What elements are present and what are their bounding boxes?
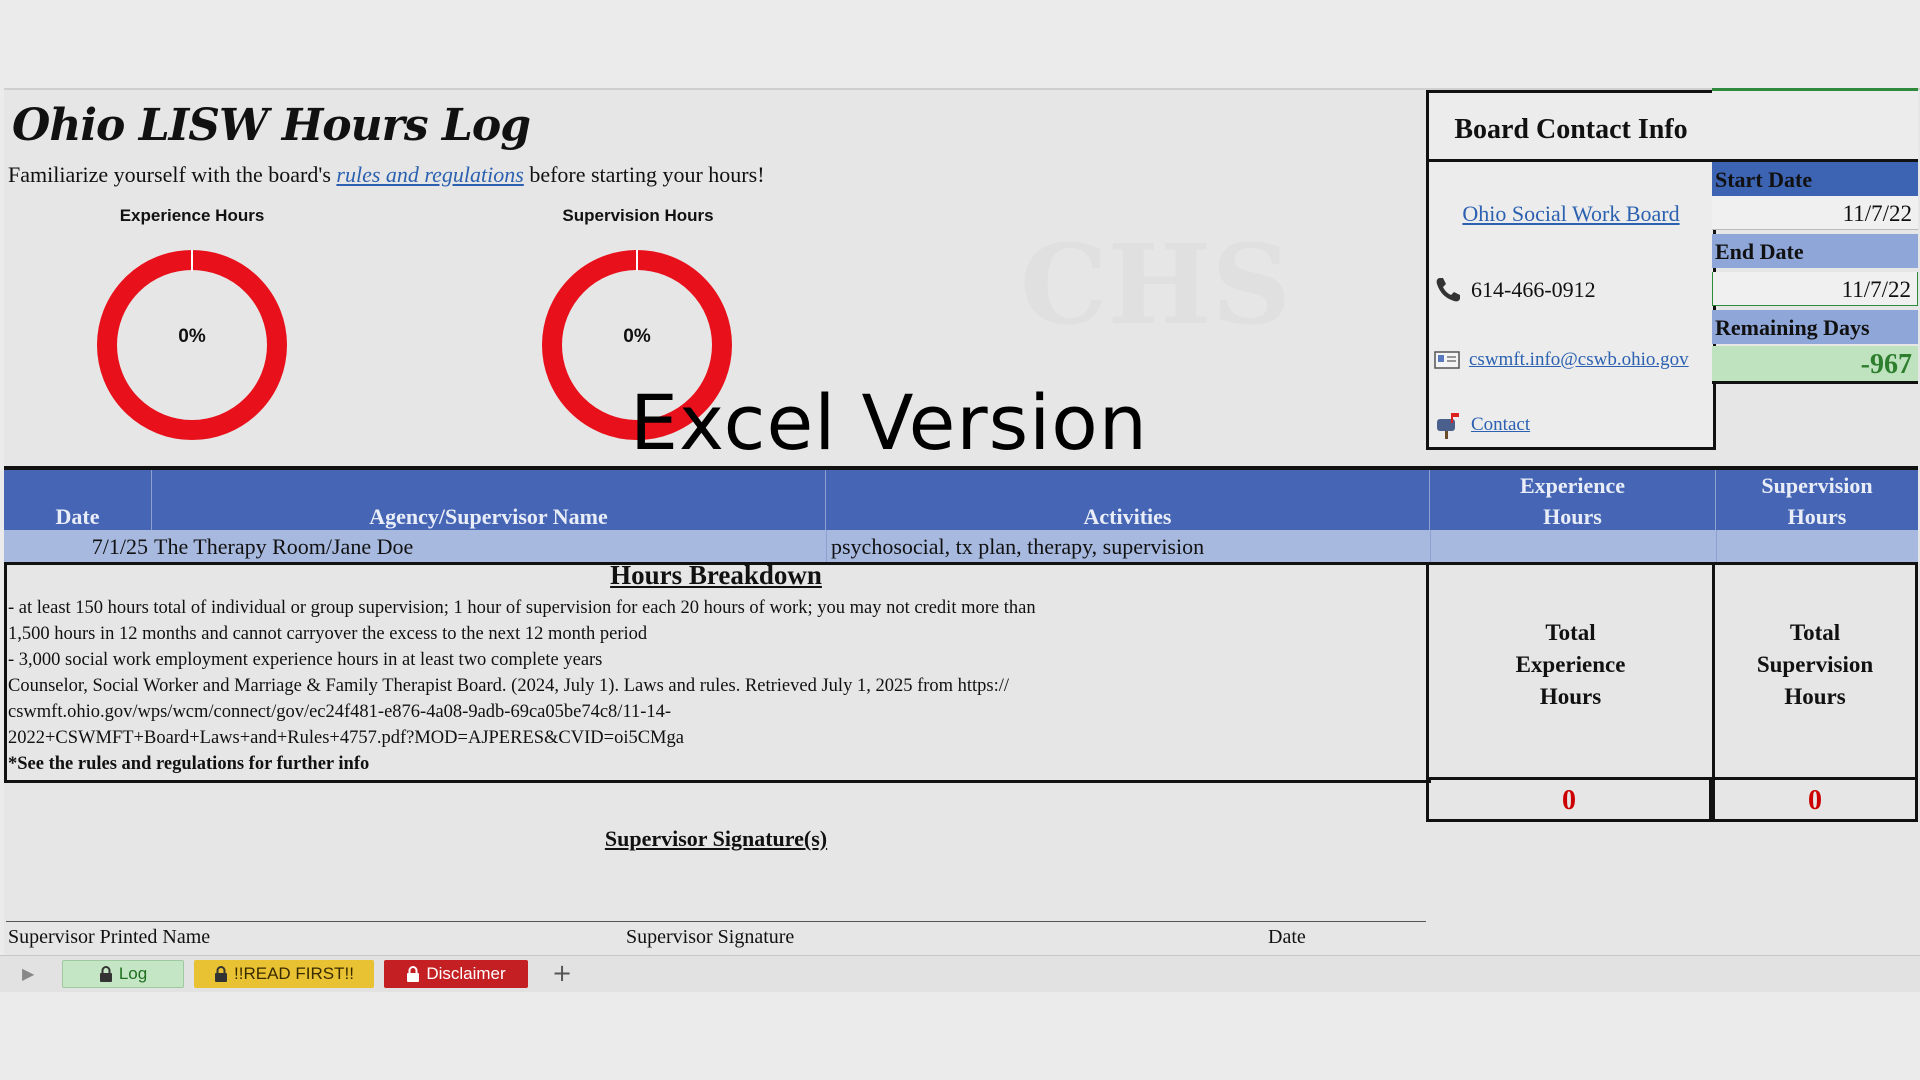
subtitle-prefix: Familiarize yourself with the board's [8, 162, 337, 187]
supervision-header-line1: Supervision [1761, 473, 1873, 498]
sheet-tab-label: Log [118, 964, 148, 983]
bottom-blank-area [0, 992, 1920, 1080]
end-date-label: End Date [1712, 234, 1918, 268]
ohio-social-work-board-link[interactable]: Ohio Social Work Board [1462, 201, 1679, 227]
lock-icon [99, 966, 112, 982]
remaining-days-value: -967 [1712, 346, 1918, 384]
next-sheet-arrow-icon[interactable]: ▶ [22, 964, 34, 983]
total-experience-line2: Experience [1515, 651, 1626, 677]
lock-icon [215, 966, 228, 982]
breakdown-line: 1,500 hours in 12 months and cannot carr… [8, 624, 648, 644]
total-supervision-label: Total Supervision Hours [1712, 562, 1918, 780]
column-header-agency[interactable]: Agency/Supervisor Name [152, 470, 826, 534]
board-email-link[interactable]: cswmft.info@cswb.ohio.gov [1469, 349, 1689, 371]
phone-number: 614-466-0912 [1471, 277, 1596, 302]
supervisor-printed-name-label: Supervisor Printed Name [8, 926, 211, 948]
dates-panel-top [1712, 88, 1918, 162]
sheet-tab-label: !!READ FIRST!! [234, 964, 354, 983]
subtitle: Familiarize yourself with the board's ru… [8, 162, 765, 188]
table-header: Date Agency/Supervisor Name Activities E… [4, 466, 1918, 534]
experience-chart-title: Experience Hours [119, 206, 265, 225]
total-supervision-line1: Total [1789, 619, 1841, 645]
total-supervision-line2: Supervision [1756, 651, 1874, 677]
sheet-tab-label: Disclaimer [426, 964, 506, 983]
contact-link[interactable]: Contact [1471, 414, 1530, 436]
sheet-tab-bar: ▶ Log !!READ FIRST!! Disclaimer + [0, 955, 1920, 993]
mailbox-icon [1437, 413, 1459, 439]
breakdown-line: - 3,000 social work employment experienc… [8, 650, 603, 670]
supervisor-signatures-title: Supervisor Signature(s) [604, 826, 828, 851]
lock-icon [407, 966, 420, 982]
row-activities[interactable]: psychosocial, tx plan, therapy, supervis… [826, 530, 1426, 562]
column-header-activities[interactable]: Activities [826, 470, 1430, 534]
breakdown-line: - at least 150 hours total of individual… [8, 598, 1036, 618]
signature-line [6, 921, 1426, 922]
hours-breakdown-title: Hours Breakdown [610, 560, 822, 590]
email-icon [1434, 351, 1460, 369]
signature-date-label: Date [1268, 926, 1306, 948]
row-supervision-hours[interactable] [1716, 530, 1918, 562]
column-header-date[interactable]: Date [4, 470, 152, 534]
row-agency[interactable]: The Therapy Room/Jane Doe [154, 530, 824, 562]
breakdown-line: cswmft.ohio.gov/wps/wcm/connect/gov/ec24… [8, 702, 672, 722]
breakdown-note: *See the rules and regulations for furth… [8, 754, 370, 774]
experience-percent: 0% [178, 326, 206, 347]
total-experience-value: 0 [1426, 780, 1712, 822]
start-date-label: Start Date [1712, 162, 1918, 196]
board-contact-box: Board Contact Info Ohio Social Work Boar… [1426, 90, 1716, 450]
experience-header-line2: Hours [1543, 504, 1602, 529]
breakdown-line: Counselor, Social Worker and Marriage & … [8, 676, 1010, 696]
column-header-supervision-hours[interactable]: Supervision Hours [1716, 470, 1918, 534]
supervision-chart-title: Supervision Hours [562, 206, 714, 225]
phone-icon [1436, 278, 1460, 302]
experience-header-line1: Experience [1519, 473, 1626, 498]
total-supervision-line3: Hours [1784, 683, 1846, 709]
total-experience-line3: Hours [1539, 683, 1602, 709]
board-contact-heading: Board Contact Info [1429, 93, 1713, 162]
faint-logo: CHS [1020, 220, 1291, 349]
total-experience-label: Total Experience Hours [1426, 562, 1712, 780]
total-supervision-value: 0 [1712, 780, 1918, 822]
row-date[interactable]: 7/1/25 [4, 530, 150, 562]
breakdown-line: 2022+CSWMFT+Board+Laws+and+Rules+4757.pd… [8, 728, 684, 748]
page-title: Ohio LISW Hours Log [12, 100, 531, 151]
add-sheet-button[interactable]: + [552, 959, 572, 987]
sheet-tab-disclaimer[interactable]: Disclaimer [384, 960, 528, 988]
total-experience-line1: Total [1545, 619, 1596, 645]
start-date-cell[interactable]: 11/7/22 [1712, 196, 1918, 230]
row-experience-hours[interactable] [1430, 530, 1716, 562]
column-header-experience-hours[interactable]: Experience Hours [1430, 470, 1716, 534]
subtitle-suffix: before starting your hours! [523, 162, 765, 187]
end-date-cell[interactable]: 11/7/22 [1712, 272, 1918, 306]
supervisor-signature-label: Supervisor Signature [626, 926, 795, 948]
supervision-percent: 0% [623, 326, 651, 347]
sheet-tab-read-first[interactable]: !!READ FIRST!! [194, 960, 374, 988]
excel-version-overlay: Excel Version [630, 378, 1148, 467]
remaining-days-label: Remaining Days [1712, 310, 1918, 344]
supervision-header-line2: Hours [1787, 504, 1847, 529]
rules-link[interactable]: rules and regulations [336, 162, 523, 187]
sheet-tab-log[interactable]: Log [62, 960, 184, 988]
hours-breakdown-box [4, 562, 1431, 783]
